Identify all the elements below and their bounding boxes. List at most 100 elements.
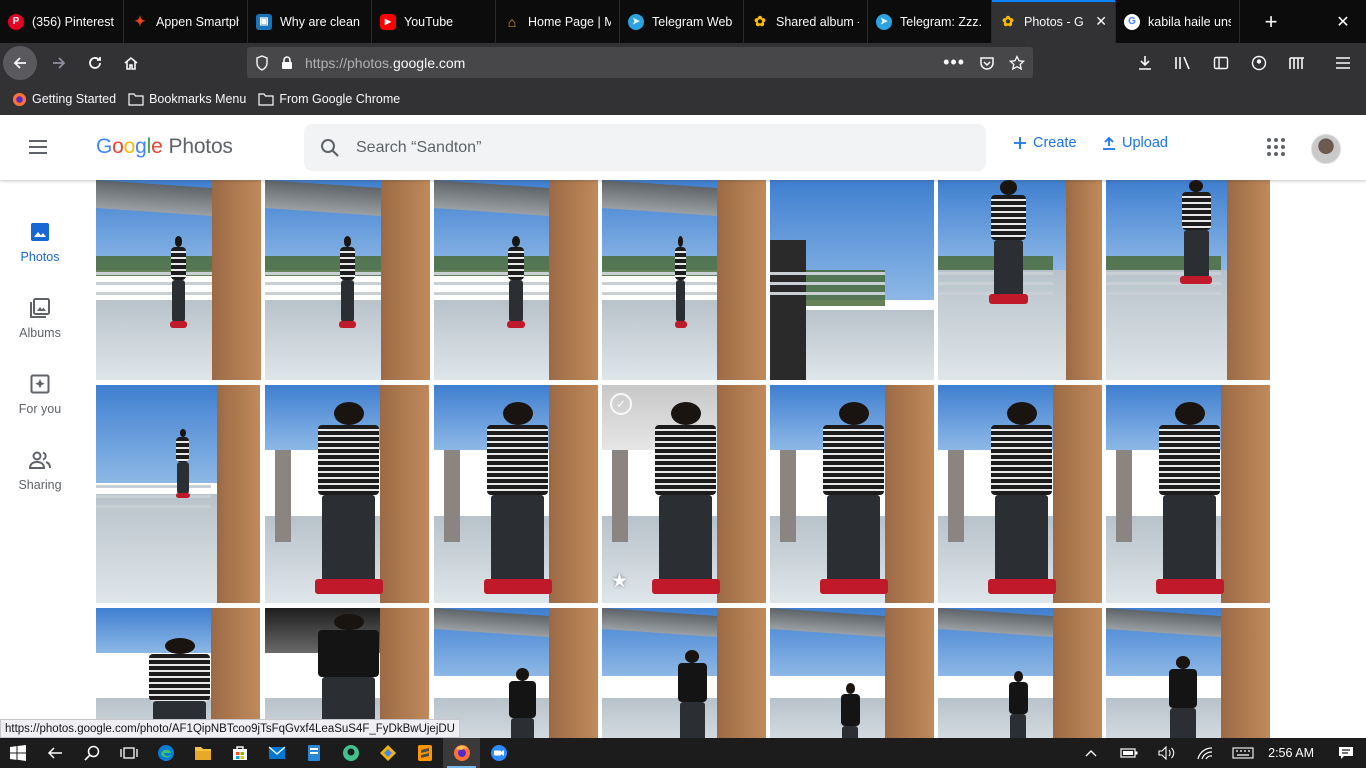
tab-title: Photos - G bbox=[1024, 14, 1084, 29]
photo-thumbnail[interactable] bbox=[434, 180, 598, 380]
photo-thumbnail[interactable] bbox=[602, 180, 766, 380]
photo-thumbnail[interactable] bbox=[1106, 385, 1270, 603]
photo-thumbnail[interactable] bbox=[1106, 180, 1270, 380]
albums-icon bbox=[28, 296, 52, 320]
back-button[interactable] bbox=[3, 46, 37, 80]
account-avatar[interactable] bbox=[1311, 134, 1341, 164]
file-explorer-icon[interactable] bbox=[184, 738, 221, 768]
bookmark-getting-started[interactable]: Getting Started bbox=[12, 92, 116, 107]
browser-tab[interactable]: ⌂ Home Page | M bbox=[496, 0, 620, 43]
nav-item-for-you[interactable]: For you bbox=[0, 372, 80, 416]
browser-tab-strip: P (356) Pinterest ✦ Appen Smartph ▣ Why … bbox=[0, 0, 1366, 43]
address-bar[interactable]: https://photos.google.com ••• bbox=[247, 47, 1033, 78]
chevron-up-icon[interactable] bbox=[1072, 738, 1110, 768]
battery-icon[interactable] bbox=[1110, 738, 1148, 768]
more-actions-icon[interactable]: ••• bbox=[943, 52, 965, 73]
browser-tab[interactable]: ✿ Shared album - bbox=[744, 0, 868, 43]
photo-thumbnail[interactable] bbox=[938, 608, 1102, 738]
nav-item-photos[interactable]: Photos bbox=[0, 220, 80, 264]
photo-thumbnail[interactable] bbox=[265, 180, 430, 380]
sidebar-icon[interactable] bbox=[1202, 47, 1240, 79]
wifi-icon[interactable] bbox=[1186, 738, 1224, 768]
extension-icon[interactable] bbox=[1278, 47, 1316, 79]
photo-thumbnail[interactable] bbox=[770, 180, 934, 380]
browser-tab[interactable]: ✦ Appen Smartph bbox=[124, 0, 248, 43]
side-navigation: Photos Albums For you Sharing bbox=[0, 180, 80, 738]
lock-icon[interactable] bbox=[281, 55, 293, 70]
select-checkmark-icon[interactable]: ✓ bbox=[610, 393, 632, 415]
browser-tab-active[interactable]: ✿ Photos - G ✕ bbox=[992, 0, 1116, 43]
tab-title: YouTube bbox=[404, 14, 454, 29]
browser-tab[interactable]: G kabila haile uns bbox=[1116, 0, 1240, 43]
browser-tab[interactable]: ➤ Telegram Web bbox=[620, 0, 744, 43]
upload-button[interactable]: Upload bbox=[1102, 135, 1168, 151]
shield-icon[interactable] bbox=[255, 54, 269, 71]
tab-title: Appen Smartph bbox=[156, 14, 239, 29]
photo-thumbnail[interactable] bbox=[938, 180, 1102, 380]
google-apps-icon[interactable] bbox=[1264, 135, 1288, 159]
search-icon[interactable] bbox=[320, 138, 340, 158]
search-input[interactable] bbox=[356, 138, 916, 157]
search-box[interactable] bbox=[304, 124, 986, 171]
zoom-icon[interactable] bbox=[480, 738, 517, 768]
window-close-button[interactable]: ✕ bbox=[1320, 0, 1366, 43]
url-text: https://photos.google.com bbox=[305, 54, 466, 71]
create-button[interactable]: Create bbox=[1013, 135, 1077, 151]
photo-thumbnail[interactable] bbox=[602, 608, 766, 738]
mail-icon[interactable] bbox=[258, 738, 295, 768]
task-view-icon[interactable] bbox=[110, 738, 147, 768]
forward-button[interactable] bbox=[41, 47, 77, 79]
bookmark-bookmarks-menu[interactable]: Bookmarks Menu bbox=[128, 92, 246, 106]
back-icon[interactable] bbox=[36, 738, 73, 768]
firefox-icon[interactable] bbox=[443, 738, 480, 768]
photo-thumbnail[interactable] bbox=[770, 608, 934, 738]
google-photos-logo[interactable]: Google Photos bbox=[96, 135, 233, 159]
photo-thumbnail[interactable] bbox=[434, 385, 598, 603]
store-icon[interactable] bbox=[221, 738, 258, 768]
main-menu-button[interactable] bbox=[24, 135, 52, 159]
sharing-icon bbox=[28, 448, 52, 472]
office-icon[interactable] bbox=[295, 738, 332, 768]
menu-icon[interactable] bbox=[1324, 47, 1362, 79]
downloads-icon[interactable] bbox=[1126, 47, 1164, 79]
nav-label: Photos bbox=[20, 250, 60, 264]
photo-thumbnail[interactable] bbox=[770, 385, 934, 603]
photo-thumbnail[interactable] bbox=[96, 180, 261, 380]
browser-tab[interactable]: ▶ YouTube bbox=[372, 0, 496, 43]
search-icon[interactable] bbox=[73, 738, 110, 768]
home-button[interactable] bbox=[113, 47, 149, 79]
pocket-icon[interactable] bbox=[979, 55, 995, 71]
favorite-star-icon[interactable]: ★ bbox=[611, 570, 628, 593]
photo-thumbnail[interactable] bbox=[265, 385, 429, 603]
bookmark-star-icon[interactable] bbox=[1009, 54, 1025, 71]
hamburger-icon bbox=[29, 140, 47, 154]
close-tab-icon[interactable]: ✕ bbox=[1089, 13, 1107, 30]
photo-thumbnail-selected[interactable]: ✓ ★ bbox=[602, 385, 766, 603]
photo-thumbnail[interactable] bbox=[96, 385, 260, 603]
keyboard-icon[interactable] bbox=[1224, 738, 1262, 768]
nav-label: Albums bbox=[19, 326, 61, 340]
action-center-icon[interactable] bbox=[1326, 738, 1366, 768]
photo-thumbnail[interactable] bbox=[938, 385, 1102, 603]
library-icon[interactable] bbox=[1164, 47, 1202, 79]
tab-title: Why are clean r bbox=[280, 14, 363, 29]
telegram-icon: ➤ bbox=[876, 13, 892, 30]
new-tab-button[interactable]: + bbox=[1240, 0, 1302, 43]
browser-tab[interactable]: P (356) Pinterest bbox=[0, 0, 124, 43]
nav-item-albums[interactable]: Albums bbox=[0, 296, 80, 340]
colorful-app-icon[interactable] bbox=[369, 738, 406, 768]
browser-tab[interactable]: ➤ Telegram: Zzz... bbox=[868, 0, 992, 43]
taskbar-clock[interactable]: 2:56 AM bbox=[1268, 746, 1314, 760]
reload-button[interactable] bbox=[77, 47, 113, 79]
start-icon[interactable] bbox=[0, 738, 36, 768]
sublime-icon[interactable] bbox=[406, 738, 443, 768]
edge-icon[interactable] bbox=[147, 738, 184, 768]
nav-item-sharing[interactable]: Sharing bbox=[0, 448, 80, 492]
account-icon[interactable] bbox=[1240, 47, 1278, 79]
volume-icon[interactable] bbox=[1148, 738, 1186, 768]
bookmark-from-google-chrome[interactable]: From Google Chrome bbox=[258, 92, 400, 106]
arrow-right-icon bbox=[53, 57, 66, 69]
browser-tab[interactable]: ▣ Why are clean r bbox=[248, 0, 372, 43]
kobo-icon[interactable] bbox=[332, 738, 369, 768]
photo-thumbnail[interactable] bbox=[1106, 608, 1270, 738]
